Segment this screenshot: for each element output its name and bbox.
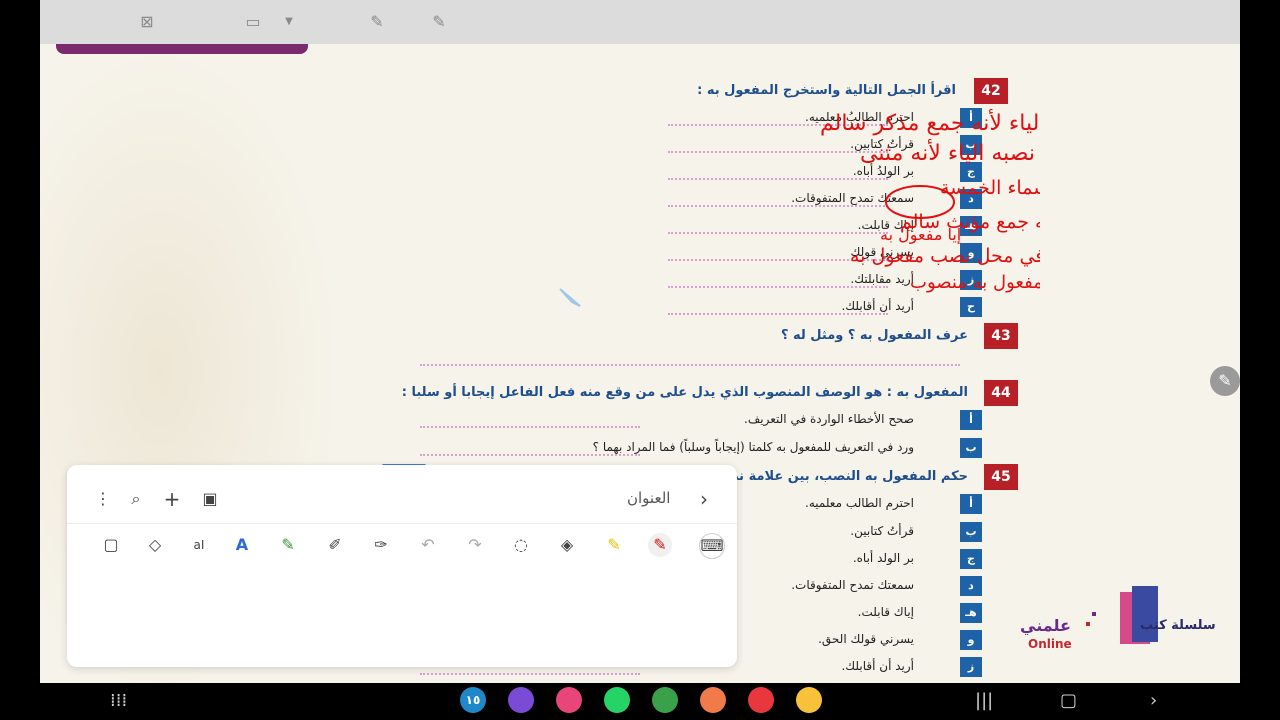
system-navbar [0, 683, 1280, 720]
shapes-icon[interactable]: ◇ [143, 533, 167, 557]
calculator-app-icon[interactable] [652, 687, 678, 713]
home-icon[interactable]: ▢ [1060, 690, 1077, 711]
ink-line-6: الياء ضمير في محل نصب مفعول به [850, 245, 1040, 267]
recent-apps-icon[interactable]: ||| [975, 690, 993, 711]
presentation-toolbar: ⊠ ▭ ▼ ✎ ✎ [40, 0, 1240, 44]
cursor-pointer-icon [559, 288, 581, 307]
item-letter: ب [960, 438, 982, 458]
whatsapp-app-icon[interactable] [604, 687, 630, 713]
logo-name: علمني [1020, 616, 1071, 635]
answer-line [420, 364, 960, 366]
ink-line-3: أباه مفعول به منصوب وعلامة نصبه الألف لأ… [940, 175, 1040, 199]
ink-line-7: مفعول به منصوب [910, 272, 1040, 293]
highlighter-icon[interactable]: ✎ [602, 533, 626, 557]
lock-icon[interactable]: ▢ [99, 533, 123, 557]
pen-off-icon[interactable]: ✎ [366, 11, 388, 33]
add-icon[interactable]: + [160, 487, 184, 511]
item-letter: و [960, 630, 982, 650]
close-presentation-icon[interactable]: ⊠ [136, 11, 158, 33]
item-letter: ب [960, 522, 982, 542]
handwriting-overlay: معلمي مفعول به منصوب وعلامة نصبه الياء ل… [559, 109, 1040, 307]
calendar-app-icon[interactable]: ١٥ [460, 687, 486, 713]
question-45-title: حكم المفعول به النصب، بين علامة نصب [712, 469, 968, 484]
question-44-title: المفعول به : هو الوصف المنصوب الذي يدل ع… [401, 385, 968, 400]
notes-panel: ⋮ ⌕ + ▣ العنوان › ▢ ◇ aI A ✎ ✐ ✑ ↶ ↷ ◌ ◈… [67, 465, 737, 667]
browser-app-icon[interactable] [508, 687, 534, 713]
item-text: قرأتُ كتابين. [850, 524, 914, 538]
redo-icon[interactable]: ↷ [463, 533, 487, 557]
text-box-icon[interactable]: aI [187, 533, 211, 557]
item-text: أريد أن أقابلك. [841, 659, 914, 673]
files-app-icon[interactable] [796, 687, 822, 713]
item-text: بر الولد أباه. [852, 551, 914, 565]
item-letter: ج [960, 549, 982, 569]
note-title[interactable]: العنوان [627, 489, 670, 507]
back-chevron-icon[interactable]: › [692, 487, 716, 511]
ink-line-1: معلمي مفعول به منصوب وعلامة نصبه الياء ل… [820, 109, 1040, 136]
pen-settings-icon[interactable]: ✑ [369, 533, 393, 557]
book-icon[interactable]: ▣ [198, 487, 222, 511]
item-letter: هـ [960, 603, 982, 623]
answer-line [420, 426, 640, 428]
item-text: صحح الأخطاء الواردة في التعريف. [744, 412, 914, 426]
search-icon[interactable]: ⌕ [124, 487, 148, 511]
contacts-app-icon[interactable] [700, 687, 726, 713]
item-letter: أ [960, 410, 982, 430]
logo-series-label: سلسلة كتب [1140, 618, 1216, 633]
edit-fab-icon[interactable]: ✎ [1210, 366, 1240, 396]
item-letter: د [960, 576, 982, 596]
ink-line-5: إيا مفعول به [880, 225, 961, 245]
notes-app-icon[interactable] [748, 687, 774, 713]
pen-icon[interactable]: ✎ [428, 11, 450, 33]
item-text: إياك قابلت. [857, 605, 914, 619]
panel-divider [67, 523, 737, 524]
item-text: يسرني قولك الحق. [818, 632, 914, 646]
app-drawer-icon[interactable]: ⁞⁞⁞ [110, 690, 127, 711]
lasso-icon[interactable]: ◌ [509, 533, 533, 557]
undo-icon[interactable]: ↶ [416, 533, 440, 557]
answer-line [420, 673, 640, 675]
pen-red-icon[interactable]: ✎ [648, 533, 672, 557]
answer-line [420, 454, 640, 456]
ink-line-2: كتابين مفعول به منصوب وعلامة نصبه الياء … [860, 139, 1040, 166]
item-text: سمعتك تمدح المتفوقات. [791, 578, 914, 592]
dropdown-arrow-icon[interactable]: ▼ [278, 11, 300, 33]
logo-online: Online [1028, 637, 1072, 651]
item-text: ورد في التعريف للمفعول به كلمتا (إيجاباً… [592, 440, 914, 454]
store-app-icon[interactable] [556, 687, 582, 713]
item-letter: أ [960, 494, 982, 514]
item-letter: ز [960, 657, 982, 677]
keyboard-icon[interactable]: ⌨ [699, 533, 725, 559]
back-icon[interactable]: › [1150, 690, 1157, 711]
screen-icon[interactable]: ▭ [242, 11, 264, 33]
marker-icon[interactable]: ✎ [276, 533, 300, 557]
text-style-icon[interactable]: A [230, 533, 254, 557]
pen-plus-icon[interactable]: ✐ [323, 533, 347, 557]
more-icon[interactable]: ⋮ [91, 487, 115, 511]
item-text: احترم الطالب معلميه. [805, 496, 914, 510]
question-44-number: 44 [984, 380, 1018, 406]
eraser-icon[interactable]: ◈ [555, 533, 579, 557]
question-45-number: 45 [984, 464, 1018, 490]
